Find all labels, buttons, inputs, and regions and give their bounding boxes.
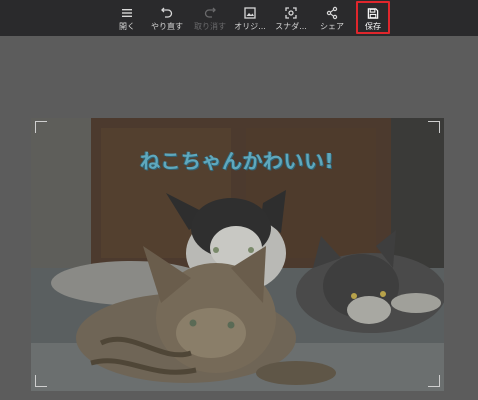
crop-handle-top-left[interactable]: [35, 121, 47, 133]
crop-handle-bottom-right[interactable]: [428, 375, 440, 387]
original-button[interactable]: オリジ...: [233, 2, 267, 34]
top-toolbar: 開く やり直す 取り消す オリジ... スナダ... シェア 保存: [0, 0, 478, 36]
open-label: 開く: [119, 22, 135, 31]
save-icon: [367, 8, 379, 19]
save-label: 保存: [365, 22, 381, 31]
redo-button[interactable]: 取り消す: [193, 2, 227, 34]
image-icon: [244, 7, 256, 19]
crop-handle-top-right[interactable]: [428, 121, 440, 133]
open-button[interactable]: 開く: [116, 2, 138, 34]
share-button[interactable]: シェア: [318, 2, 346, 34]
undo-button[interactable]: やり直す: [150, 2, 184, 34]
screenshot-icon: [285, 7, 297, 19]
overlay-caption[interactable]: ねこちゃんかわいい!: [140, 145, 334, 174]
share-label: シェア: [320, 22, 344, 31]
undo-icon: [161, 7, 173, 18]
original-label: オリジ...: [234, 22, 266, 31]
redo-label: 取り消す: [194, 22, 226, 31]
crop-handle-bottom-left[interactable]: [35, 375, 47, 387]
snapshot-button[interactable]: スナダ...: [274, 2, 308, 34]
redo-icon: [204, 7, 216, 18]
save-button[interactable]: 保存: [356, 1, 390, 34]
menu-icon: [122, 9, 132, 17]
undo-label: やり直す: [151, 22, 183, 31]
snapshot-label: スナダ...: [275, 22, 307, 31]
share-icon: [326, 6, 338, 20]
